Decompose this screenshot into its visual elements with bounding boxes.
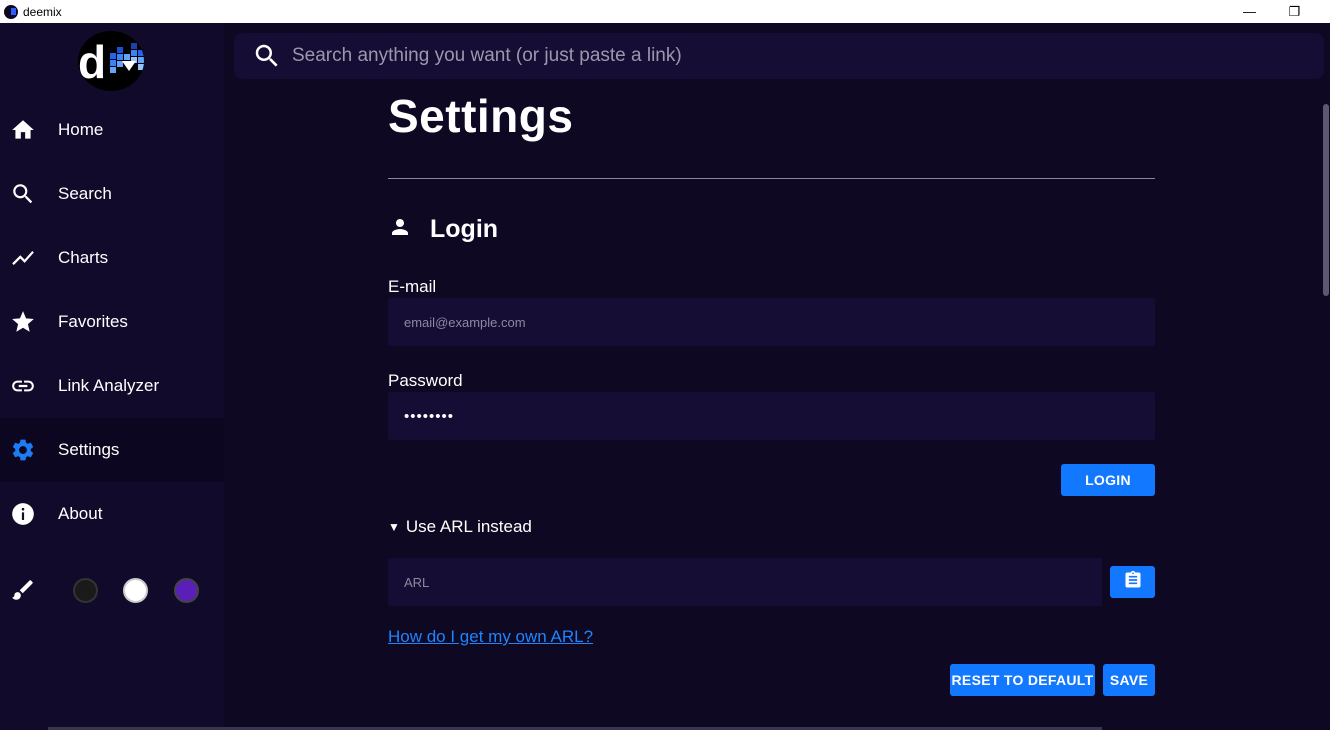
save-button[interactable]: SAVE: [1103, 664, 1155, 696]
sidebar-item-label: About: [58, 504, 103, 523]
sidebar-item-home[interactable]: Home: [0, 98, 224, 162]
paintbrush-icon: [10, 577, 36, 608]
page-title: Settings: [388, 90, 574, 142]
sidebar: d Home Search Charts Favorites Link Anal…: [0, 23, 224, 730]
use-arl-toggle[interactable]: ▼ Use ARL instead: [388, 517, 532, 537]
password-field[interactable]: [388, 392, 1155, 440]
sidebar-item-label: Link Analyzer: [58, 376, 160, 395]
link-icon: [10, 373, 36, 399]
minimize-button[interactable]: —: [1227, 0, 1272, 23]
restore-button[interactable]: ❐: [1272, 0, 1317, 23]
logo-bars-icon: [110, 43, 144, 73]
window-titlebar: deemix — ❐: [0, 0, 1330, 23]
email-field[interactable]: [388, 298, 1155, 346]
home-icon: [10, 117, 36, 143]
theme-swatch-purple[interactable]: [174, 578, 199, 603]
sidebar-item-settings[interactable]: Settings: [0, 418, 224, 482]
window-title: deemix: [23, 4, 62, 19]
vertical-scrollbar-thumb[interactable]: [1323, 104, 1329, 296]
star-icon: [10, 309, 36, 335]
login-button[interactable]: LOGIN: [1061, 464, 1155, 496]
email-label: E-mail: [388, 277, 437, 296]
sidebar-item-link-analyzer[interactable]: Link Analyzer: [0, 354, 224, 418]
search-icon[interactable]: [252, 41, 282, 71]
triangle-down-icon: ▼: [388, 520, 400, 534]
arl-field[interactable]: [388, 558, 1102, 606]
reset-to-default-button[interactable]: RESET TO DEFAULT: [950, 664, 1095, 696]
info-icon: [10, 501, 36, 527]
paste-arl-button[interactable]: [1110, 566, 1155, 598]
deemix-logo[interactable]: d: [78, 31, 144, 91]
deemix-app-icon: [4, 4, 18, 19]
gear-icon: [10, 437, 36, 463]
logo-letter: d: [78, 36, 107, 88]
sidebar-item-label: Home: [58, 120, 104, 139]
password-label: Password: [388, 371, 463, 390]
user-icon: [388, 215, 412, 244]
theme-switcher: [0, 570, 224, 610]
sidebar-item-search[interactable]: Search: [0, 162, 224, 226]
sidebar-item-label: Charts: [58, 248, 109, 267]
clipboard-icon: [1123, 569, 1143, 596]
arl-help-link[interactable]: How do I get my own ARL?: [388, 627, 593, 647]
theme-swatch-dark[interactable]: [73, 578, 98, 603]
use-arl-label: Use ARL instead: [405, 517, 532, 536]
login-section-title: Login: [388, 212, 498, 246]
chart-line-icon: [10, 245, 36, 271]
sidebar-item-label: Settings: [58, 440, 120, 459]
sidebar-item-charts[interactable]: Charts: [0, 226, 224, 290]
search-bar: [234, 33, 1324, 79]
divider: [388, 178, 1155, 179]
sidebar-item-about[interactable]: About: [0, 482, 224, 546]
sidebar-item-label: Search: [58, 184, 112, 203]
settings-page: Settings Login E-mail Password LOGIN ▼ U…: [388, 79, 1155, 730]
section-title-label: Login: [430, 214, 499, 243]
sidebar-item-label: Favorites: [58, 312, 128, 331]
search-input[interactable]: [292, 45, 1242, 67]
sidebar-item-favorites[interactable]: Favorites: [0, 290, 224, 354]
search-icon: [10, 181, 36, 207]
theme-swatch-light[interactable]: [123, 578, 148, 603]
